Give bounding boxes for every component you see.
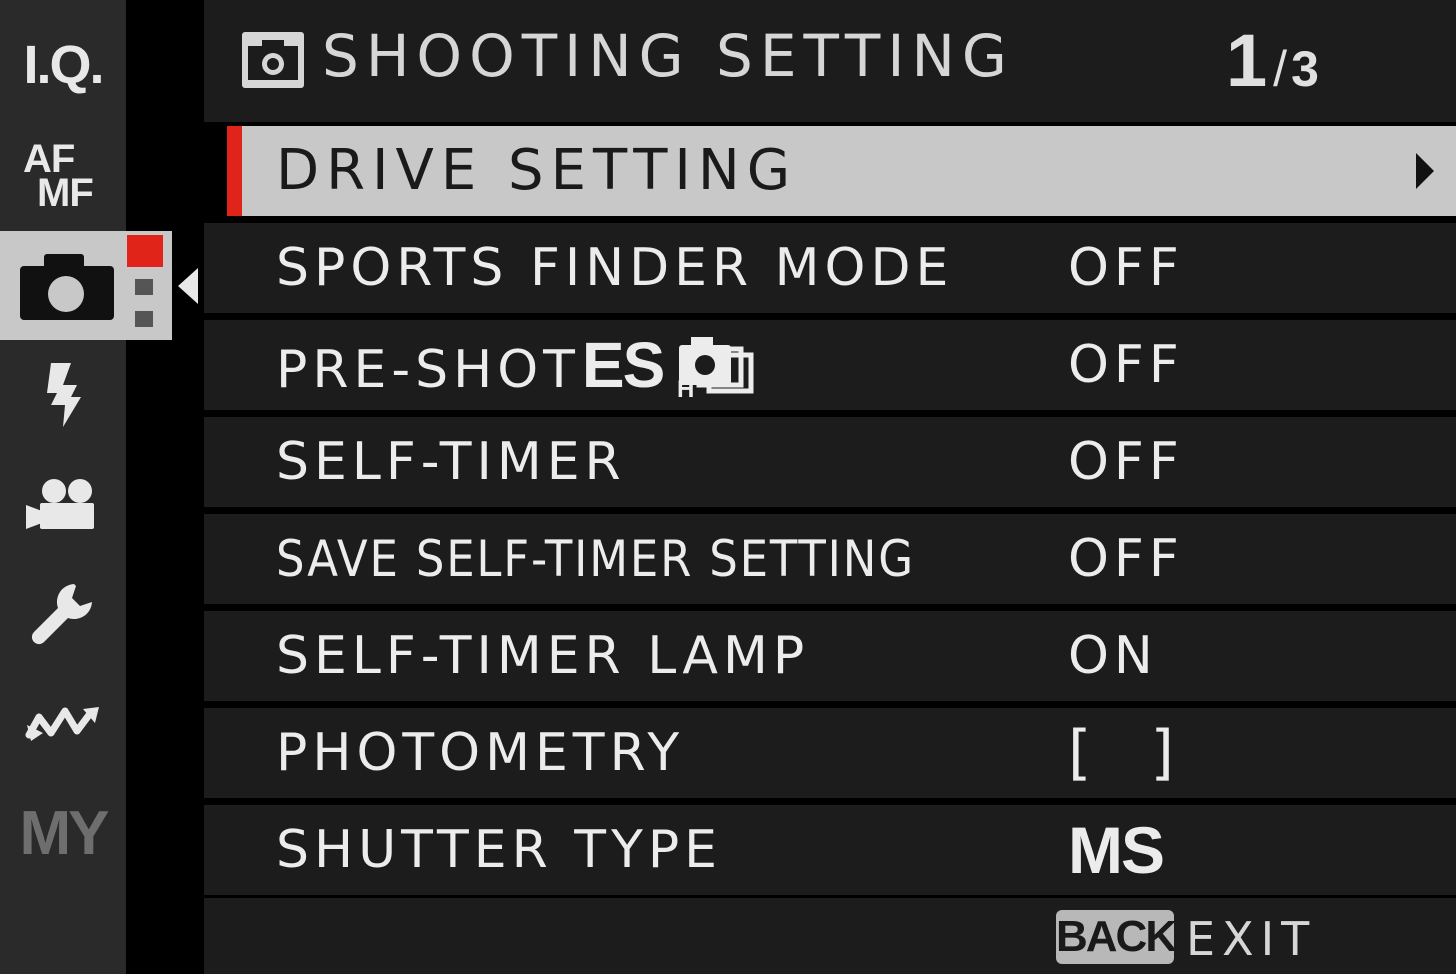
submenu-arrow-icon xyxy=(1416,153,1434,189)
high-speed-burst-icon: H xyxy=(677,337,754,399)
active-tab-pointer-icon xyxy=(178,268,198,304)
menu-item-label: SELF-TIMER xyxy=(276,432,626,492)
menu-item-self-timer-lamp[interactable]: SELF-TIMER LAMP ON xyxy=(204,611,1456,701)
tab-flash[interactable] xyxy=(0,340,126,450)
tab-image-quality[interactable]: I.Q. xyxy=(0,10,126,120)
tab-af-mf[interactable]: AF MF xyxy=(0,120,126,230)
menu-item-label: DRIVE SETTING xyxy=(276,138,798,203)
page-current: 1 xyxy=(1226,19,1268,102)
menu-item-photometry[interactable]: PHOTOMETRY [ ] xyxy=(204,708,1456,798)
page-dot xyxy=(135,279,153,295)
menu-item-label: PRE-SHOT xyxy=(276,340,580,400)
menu-item-value: OFF xyxy=(1068,529,1184,589)
camera-menu-screen: I.Q. AF MF MY SHOOTING SETTING 1 /3 DRIV… xyxy=(0,0,1456,974)
menu-item-value: OFF xyxy=(1068,238,1184,298)
page-total: 3 xyxy=(1291,41,1319,97)
menu-category-sidebar: I.Q. AF MF MY xyxy=(0,0,126,974)
tab-setup[interactable] xyxy=(0,560,126,670)
menu-item-pre-shot-es[interactable]: PRE-SHOTES H OFF xyxy=(204,320,1456,410)
page-dot-active xyxy=(127,235,163,267)
af-mf-icon: AF MF xyxy=(23,137,103,215)
menu-footer: BACK EXIT xyxy=(204,898,1456,974)
camera-icon xyxy=(242,32,304,88)
movie-camera-icon xyxy=(26,479,94,529)
back-button[interactable]: BACK xyxy=(1056,910,1177,964)
menu-item-value: [ ] xyxy=(1068,718,1174,788)
page-dot xyxy=(135,311,153,327)
menu-list: DRIVE SETTING SPORTS FINDER MODE OFF PRE… xyxy=(204,126,1456,902)
wrench-icon xyxy=(31,584,92,645)
connection-icon xyxy=(25,707,99,741)
menu-item-label: PHOTOMETRY xyxy=(276,723,685,783)
tab-iq-label: I.Q. xyxy=(23,35,104,95)
svg-text:H: H xyxy=(677,376,699,399)
page-number: 1/3 xyxy=(1226,18,1319,103)
menu-item-sports-finder-mode[interactable]: SPORTS FINDER MODE OFF xyxy=(204,223,1456,313)
tab-connection[interactable] xyxy=(0,668,126,778)
menu-item-value: ON xyxy=(1068,626,1158,686)
menu-item-value: OFF xyxy=(1068,335,1184,395)
menu-item-label: SHUTTER TYPE xyxy=(276,820,723,880)
submenu-page-indicator xyxy=(126,235,164,335)
flash-icon xyxy=(47,363,81,427)
menu-item-label-suffix: ES xyxy=(581,329,665,401)
menu-item-value: OFF xyxy=(1068,432,1184,492)
menu-item-label: SPORTS FINDER MODE xyxy=(276,238,954,298)
tab-my-label: MY xyxy=(19,798,110,868)
menu-item-label: SAVE SELF-TIMER SETTING xyxy=(276,530,915,588)
menu-item-save-self-timer-setting[interactable]: SAVE SELF-TIMER SETTING OFF xyxy=(204,514,1456,604)
page-title: SHOOTING SETTING xyxy=(322,22,1014,90)
tab-mf-label: MF xyxy=(37,171,94,215)
menu-item-label-group: PRE-SHOTES H xyxy=(276,320,761,415)
camera-icon xyxy=(20,253,114,320)
menu-header: SHOOTING SETTING 1/3 xyxy=(204,0,1456,122)
menu-item-value: MS xyxy=(1068,813,1165,887)
menu-item-drive-setting[interactable]: DRIVE SETTING xyxy=(227,126,1456,216)
menu-item-label: SELF-TIMER LAMP xyxy=(276,626,810,686)
menu-item-self-timer[interactable]: SELF-TIMER OFF xyxy=(204,417,1456,507)
page-separator: / xyxy=(1273,41,1288,97)
tab-movie[interactable] xyxy=(0,450,126,560)
tab-my-menu[interactable]: MY xyxy=(0,778,126,888)
selection-marker xyxy=(227,126,242,216)
menu-item-shutter-type[interactable]: SHUTTER TYPE MS xyxy=(204,805,1456,895)
exit-label: EXIT xyxy=(1186,912,1317,966)
